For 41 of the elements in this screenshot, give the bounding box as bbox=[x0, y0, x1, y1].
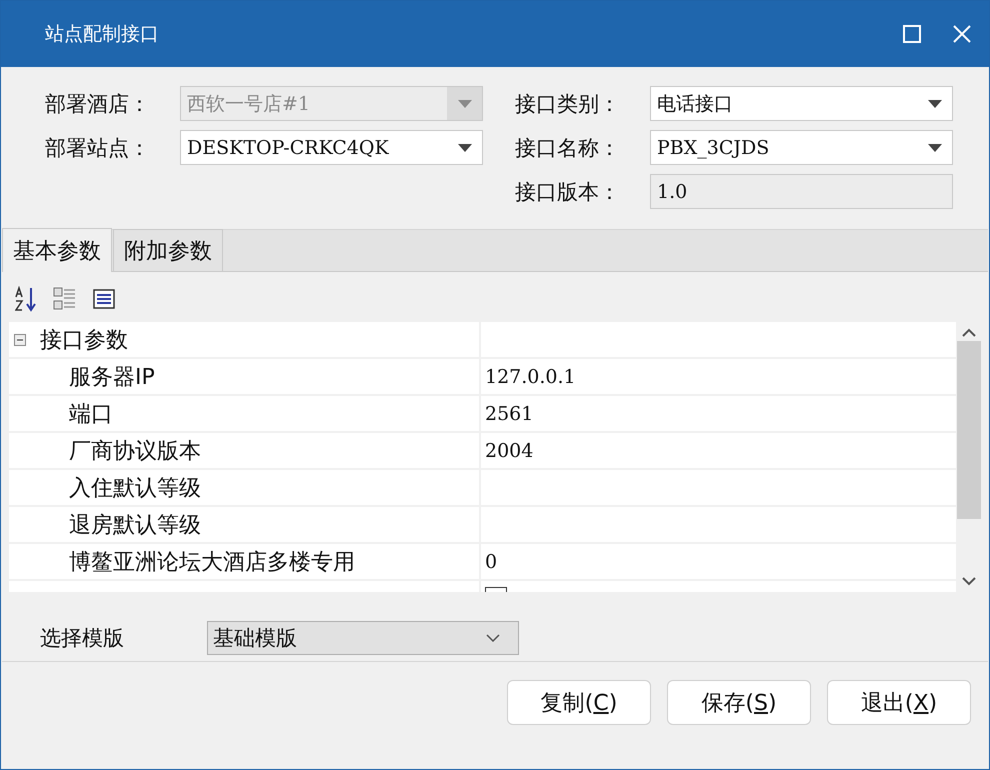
list-view-icon bbox=[93, 289, 115, 309]
category-label: 接口参数 bbox=[40, 326, 128, 354]
sort-alphabetical-icon bbox=[15, 286, 37, 312]
field-label: 接口类别： bbox=[515, 90, 621, 118]
property-name: 退房默认等级 bbox=[69, 512, 201, 540]
property-value[interactable]: 127.0.0.1 bbox=[485, 366, 576, 388]
window-title: 站点配制接口 bbox=[45, 22, 160, 47]
tab[interactable]: 附加参数 bbox=[113, 229, 223, 271]
field-label: 部署站点： bbox=[45, 134, 151, 162]
close-icon bbox=[953, 25, 971, 43]
dropdown-field[interactable]: PBX_3CJDS bbox=[650, 130, 953, 165]
property-name: 服务器IP bbox=[69, 364, 155, 392]
scroll-up-icon bbox=[962, 328, 976, 337]
dialog-button[interactable]: 复制(C) bbox=[507, 680, 651, 725]
dropdown-arrow-icon bbox=[928, 144, 942, 152]
categorized-view-icon bbox=[53, 286, 77, 312]
dropdown-arrow-icon bbox=[458, 100, 472, 108]
tab[interactable]: 基本参数 bbox=[2, 228, 112, 272]
field-label: 部署酒店： bbox=[45, 90, 151, 118]
field-label: 接口版本： bbox=[515, 178, 621, 206]
property-value[interactable]: 0 bbox=[485, 550, 498, 572]
text-field: 1.0 bbox=[650, 174, 953, 209]
dropdown-arrow-icon bbox=[928, 100, 942, 108]
property-value[interactable]: 2004 bbox=[485, 440, 534, 462]
dialog-button[interactable]: 退出(X) bbox=[827, 680, 971, 725]
dropdown-field[interactable]: 电话接口 bbox=[650, 86, 953, 121]
chevron-down-icon bbox=[486, 634, 500, 642]
property-name: 入住默认等级 bbox=[69, 474, 201, 502]
template-label: 选择模版 bbox=[40, 624, 125, 652]
dropdown-field: 西软一号店#1 bbox=[180, 86, 483, 121]
field-label: 接口名称： bbox=[515, 134, 621, 162]
property-name: 端口 bbox=[69, 400, 113, 428]
property-value[interactable]: 2561 bbox=[485, 402, 534, 424]
scroll-down-icon bbox=[962, 577, 976, 586]
dropdown-field[interactable]: DESKTOP-CRKC4QK bbox=[180, 130, 483, 165]
dialog-button[interactable]: 保存(S) bbox=[667, 680, 811, 725]
template-dropdown[interactable]: 基础模版 bbox=[207, 620, 519, 654]
property-name: 博鳌亚洲论坛大酒店多楼专用 bbox=[69, 548, 355, 576]
dropdown-arrow-icon bbox=[458, 144, 472, 152]
maximize-icon bbox=[903, 25, 921, 43]
property-name: 厂商协议版本 bbox=[69, 438, 201, 466]
